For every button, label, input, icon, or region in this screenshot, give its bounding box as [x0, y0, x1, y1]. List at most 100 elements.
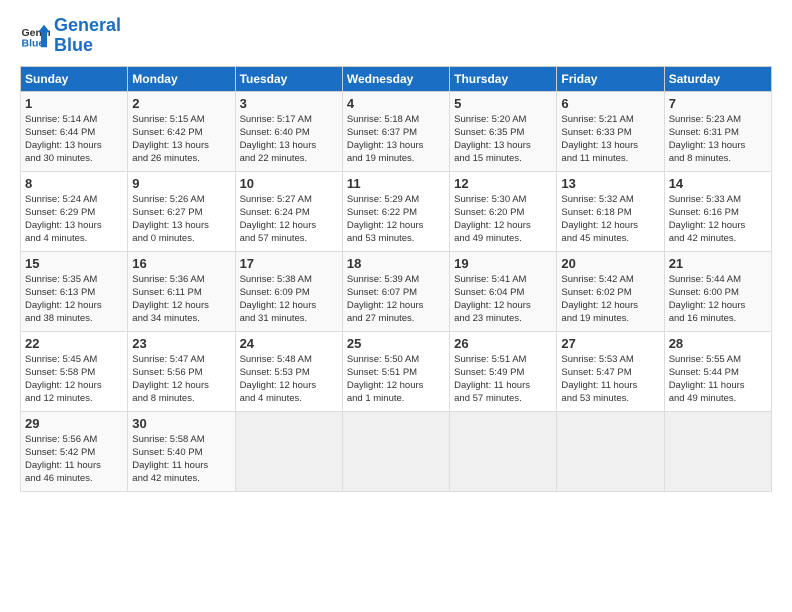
day-number: 29 [25, 416, 123, 431]
day-info: Sunrise: 5:30 AM Sunset: 6:20 PM Dayligh… [454, 194, 531, 245]
day-number: 3 [240, 96, 338, 111]
day-info: Sunrise: 5:39 AM Sunset: 6:07 PM Dayligh… [347, 274, 424, 325]
svg-text:Blue: Blue [22, 37, 45, 49]
day-number: 20 [561, 256, 659, 271]
header: General Blue GeneralBlue [20, 16, 772, 56]
day-number: 22 [25, 336, 123, 351]
table-cell: 24 Sunrise: 5:48 AM Sunset: 5:53 PM Dayli… [235, 331, 342, 411]
table-cell: 22 Sunrise: 5:45 AM Sunset: 5:58 PM Dayli… [21, 331, 128, 411]
day-number: 17 [240, 256, 338, 271]
day-info: Sunrise: 5:51 AM Sunset: 5:49 PM Dayligh… [454, 354, 530, 405]
calendar-week-row: 1 Sunrise: 5:14 AM Sunset: 6:44 PM Daylig… [21, 91, 772, 171]
table-cell: 30 Sunrise: 5:58 AM Sunset: 5:40 PM Dayli… [128, 411, 235, 491]
table-cell [450, 411, 557, 491]
day-number: 7 [669, 96, 767, 111]
calendar-week-row: 29 Sunrise: 5:56 AM Sunset: 5:42 PM Dayli… [21, 411, 772, 491]
day-number: 23 [132, 336, 230, 351]
day-info: Sunrise: 5:32 AM Sunset: 6:18 PM Dayligh… [561, 194, 638, 245]
table-cell: 11 Sunrise: 5:29 AM Sunset: 6:22 PM Dayli… [342, 171, 449, 251]
day-number: 27 [561, 336, 659, 351]
table-cell: 10Sunrise: 5:27 AM Sunset: 6:24 PM Dayli… [235, 171, 342, 251]
day-number: 10 [240, 176, 338, 191]
day-info: Sunrise: 5:36 AM Sunset: 6:11 PM Dayligh… [132, 274, 209, 325]
day-number: 5 [454, 96, 552, 111]
calendar-week-row: 15Sunrise: 5:35 AM Sunset: 6:13 PM Dayli… [21, 251, 772, 331]
table-cell: 9 Sunrise: 5:26 AM Sunset: 6:27 PM Daylig… [128, 171, 235, 251]
weekday-header-row: Sunday Monday Tuesday Wednesday Thursday… [21, 66, 772, 91]
day-number: 2 [132, 96, 230, 111]
day-number: 1 [25, 96, 123, 111]
day-info: Sunrise: 5:50 AM Sunset: 5:51 PM Dayligh… [347, 354, 424, 405]
day-number: 25 [347, 336, 445, 351]
col-sunday: Sunday [21, 66, 128, 91]
day-info: Sunrise: 5:33 AM Sunset: 6:16 PM Dayligh… [669, 194, 746, 245]
day-number: 9 [132, 176, 230, 191]
table-cell: 4 Sunrise: 5:18 AM Sunset: 6:37 PM Daylig… [342, 91, 449, 171]
day-info: Sunrise: 5:53 AM Sunset: 5:47 PM Dayligh… [561, 354, 637, 405]
table-cell: 17 Sunrise: 5:38 AM Sunset: 6:09 PM Dayli… [235, 251, 342, 331]
day-number: 6 [561, 96, 659, 111]
day-info: Sunrise: 5:14 AM Sunset: 6:44 PM Dayligh… [25, 114, 102, 165]
table-cell: 23 Sunrise: 5:47 AM Sunset: 5:56 PM Dayli… [128, 331, 235, 411]
day-info: Sunrise: 5:18 AM Sunset: 6:37 PM Dayligh… [347, 114, 424, 165]
day-info: Sunrise: 5:47 AM Sunset: 5:56 PM Dayligh… [132, 354, 209, 405]
day-number: 19 [454, 256, 552, 271]
table-cell: 3 Sunrise: 5:17 AM Sunset: 6:40 PM Daylig… [235, 91, 342, 171]
table-cell: 2 Sunrise: 5:15 AM Sunset: 6:42 PM Daylig… [128, 91, 235, 171]
table-cell: 5 Sunrise: 5:20 AM Sunset: 6:35 PM Daylig… [450, 91, 557, 171]
table-cell: 6 Sunrise: 5:21 AM Sunset: 6:33 PM Daylig… [557, 91, 664, 171]
day-number: 4 [347, 96, 445, 111]
day-info: Sunrise: 5:56 AM Sunset: 5:42 PM Dayligh… [25, 434, 101, 485]
table-cell: 1 Sunrise: 5:14 AM Sunset: 6:44 PM Daylig… [21, 91, 128, 171]
table-cell: 13Sunrise: 5:32 AM Sunset: 6:18 PM Dayli… [557, 171, 664, 251]
table-cell: 20Sunrise: 5:42 AM Sunset: 6:02 PM Dayli… [557, 251, 664, 331]
day-info: Sunrise: 5:41 AM Sunset: 6:04 PM Dayligh… [454, 274, 531, 325]
table-cell: 19 Sunrise: 5:41 AM Sunset: 6:04 PM Dayli… [450, 251, 557, 331]
day-info: Sunrise: 5:44 AM Sunset: 6:00 PM Dayligh… [669, 274, 746, 325]
table-cell: 26 Sunrise: 5:51 AM Sunset: 5:49 PM Dayli… [450, 331, 557, 411]
day-number: 26 [454, 336, 552, 351]
day-info: Sunrise: 5:29 AM Sunset: 6:22 PM Dayligh… [347, 194, 424, 245]
col-thursday: Thursday [450, 66, 557, 91]
day-info: Sunrise: 5:45 AM Sunset: 5:58 PM Dayligh… [25, 354, 102, 405]
day-info: Sunrise: 5:55 AM Sunset: 5:44 PM Dayligh… [669, 354, 745, 405]
page: General Blue GeneralBlue Sunday Monday T… [0, 0, 792, 612]
day-info: Sunrise: 5:21 AM Sunset: 6:33 PM Dayligh… [561, 114, 638, 165]
table-cell: 28 Sunrise: 5:55 AM Sunset: 5:44 PM Dayli… [664, 331, 771, 411]
table-cell [664, 411, 771, 491]
day-info: Sunrise: 5:35 AM Sunset: 6:13 PM Dayligh… [25, 274, 102, 325]
calendar-table: Sunday Monday Tuesday Wednesday Thursday… [20, 66, 772, 492]
day-info: Sunrise: 5:38 AM Sunset: 6:09 PM Dayligh… [240, 274, 317, 325]
day-info: Sunrise: 5:23 AM Sunset: 6:31 PM Dayligh… [669, 114, 746, 165]
day-info: Sunrise: 5:17 AM Sunset: 6:40 PM Dayligh… [240, 114, 317, 165]
table-cell: 18 Sunrise: 5:39 AM Sunset: 6:07 PM Dayli… [342, 251, 449, 331]
day-number: 16 [132, 256, 230, 271]
table-cell: 27 Sunrise: 5:53 AM Sunset: 5:47 PM Dayli… [557, 331, 664, 411]
logo: General Blue GeneralBlue [20, 16, 121, 56]
calendar-week-row: 8Sunrise: 5:24 AM Sunset: 6:29 PM Daylig… [21, 171, 772, 251]
table-cell: 12 Sunrise: 5:30 AM Sunset: 6:20 PM Dayli… [450, 171, 557, 251]
table-cell: 8Sunrise: 5:24 AM Sunset: 6:29 PM Daylig… [21, 171, 128, 251]
day-number: 12 [454, 176, 552, 191]
table-cell: 21Sunrise: 5:44 AM Sunset: 6:00 PM Dayli… [664, 251, 771, 331]
table-cell: 14 Sunrise: 5:33 AM Sunset: 6:16 PM Dayli… [664, 171, 771, 251]
day-number: 18 [347, 256, 445, 271]
table-cell: 15Sunrise: 5:35 AM Sunset: 6:13 PM Dayli… [21, 251, 128, 331]
day-number: 30 [132, 416, 230, 431]
table-cell: 25 Sunrise: 5:50 AM Sunset: 5:51 PM Dayli… [342, 331, 449, 411]
logo-icon: General Blue [20, 21, 50, 51]
table-cell [557, 411, 664, 491]
day-number: 28 [669, 336, 767, 351]
day-info: Sunrise: 5:20 AM Sunset: 6:35 PM Dayligh… [454, 114, 531, 165]
day-info: Sunrise: 5:48 AM Sunset: 5:53 PM Dayligh… [240, 354, 317, 405]
table-cell: 16 Sunrise: 5:36 AM Sunset: 6:11 PM Dayli… [128, 251, 235, 331]
day-number: 14 [669, 176, 767, 191]
day-number: 11 [347, 176, 445, 191]
day-number: 24 [240, 336, 338, 351]
day-info: Sunrise: 5:26 AM Sunset: 6:27 PM Dayligh… [132, 194, 209, 245]
col-saturday: Saturday [664, 66, 771, 91]
day-info: Sunrise: 5:58 AM Sunset: 5:40 PM Dayligh… [132, 434, 208, 485]
day-number: 8 [25, 176, 123, 191]
table-cell [235, 411, 342, 491]
day-info: Sunrise: 5:15 AM Sunset: 6:42 PM Dayligh… [132, 114, 209, 165]
